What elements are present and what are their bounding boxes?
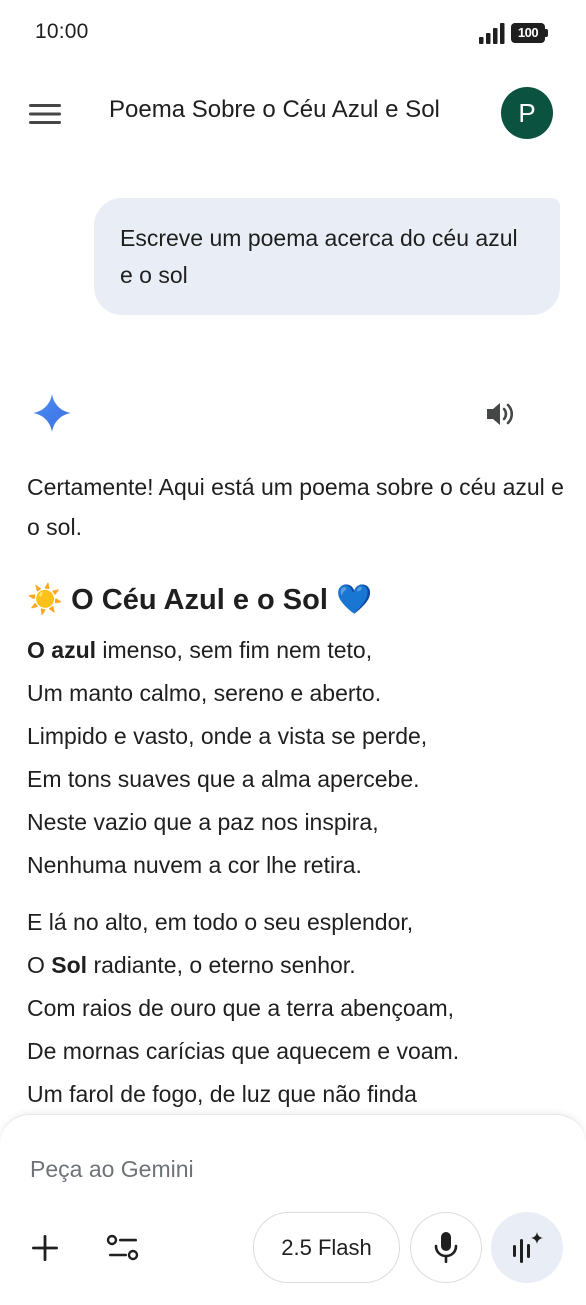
poem-title-text: O Céu Azul e o Sol	[71, 584, 328, 616]
model-selector-button[interactable]: 2.5 Flash	[253, 1212, 400, 1283]
status-time: 10:00	[35, 20, 89, 43]
blue-heart-emoji: 💙	[335, 584, 373, 616]
poem-line: O azul imenso, sem fim nem teto,	[27, 629, 567, 672]
poem-line: Um manto calmo, sereno e aberto.	[27, 680, 382, 706]
prompt-composer: 2.5 Flash	[0, 1114, 586, 1305]
model-response: Certamente! Aqui está um poema sobre o c…	[27, 467, 567, 1116]
add-attachment-button[interactable]	[22, 1225, 68, 1271]
battery-level: 100	[511, 23, 545, 43]
hamburger-menu-icon	[29, 104, 61, 124]
poem-line: Com raios de ouro que a terra abençoam,	[27, 995, 455, 1021]
poem-bold-text: O azul	[27, 637, 97, 663]
poem-line: De mornas carícias que aquecem e voam.	[27, 1038, 460, 1064]
gemini-sparkle-icon	[33, 394, 71, 432]
poem-line: Um farol de fogo, de luz que não finda	[27, 1081, 417, 1107]
avatar[interactable]: P	[501, 87, 553, 139]
chat-title: Poema Sobre o Céu Azul e Sol	[109, 96, 440, 123]
gemini-live-button[interactable]	[491, 1212, 563, 1283]
tools-button[interactable]	[100, 1225, 146, 1271]
poem-title: ☀️ O Céu Azul e o Sol 💙	[27, 580, 567, 620]
microphone-button[interactable]	[410, 1212, 482, 1283]
signal-icon	[479, 23, 505, 44]
volume-icon	[487, 403, 514, 425]
poem-line-text: O	[27, 952, 52, 978]
poem-line: Nenhuma nuvem a cor lhe retira.	[27, 852, 362, 878]
poem-line-text: imenso, sem fim nem teto,	[96, 637, 373, 663]
poem-line: Limpido e vasto, onde a vista se perde,	[27, 723, 428, 749]
prompt-input[interactable]	[30, 1151, 550, 1187]
menu-button[interactable]	[20, 90, 70, 138]
poem-stanza-2: E lá no alto, em todo o seu esplendor, O…	[27, 901, 567, 1116]
poem-line: E lá no alto, em todo o seu esplendor,	[27, 909, 414, 935]
poem-line: O Sol radiante, o eterno senhor.	[27, 944, 567, 987]
poem-bold-text: Sol	[51, 952, 88, 978]
read-aloud-button[interactable]	[478, 392, 524, 436]
status-bar: 10:00 100	[0, 0, 586, 66]
gemini-live-icon	[513, 1231, 543, 1263]
sun-emoji: ☀️	[27, 584, 64, 616]
tools-sliders-icon	[106, 1234, 139, 1261]
poem-line-text: radiante, o eterno senhor.	[87, 952, 356, 978]
top-app-bar: Poema Sobre o Céu Azul e Sol P	[0, 76, 586, 152]
poem-stanza-1: O azul imenso, sem fim nem teto, Um mant…	[27, 629, 567, 887]
user-message-bubble: Escreve um poema acerca do céu azul e o …	[94, 198, 560, 315]
poem-line: Em tons suaves que a alma apercebe.	[27, 766, 420, 792]
microphone-icon	[434, 1231, 458, 1263]
battery-icon: 100	[511, 23, 549, 43]
poem-line: Neste vazio que a paz nos inspira,	[27, 809, 379, 835]
response-intro: Certamente! Aqui está um poema sobre o c…	[27, 474, 564, 540]
plus-icon	[32, 1235, 58, 1261]
